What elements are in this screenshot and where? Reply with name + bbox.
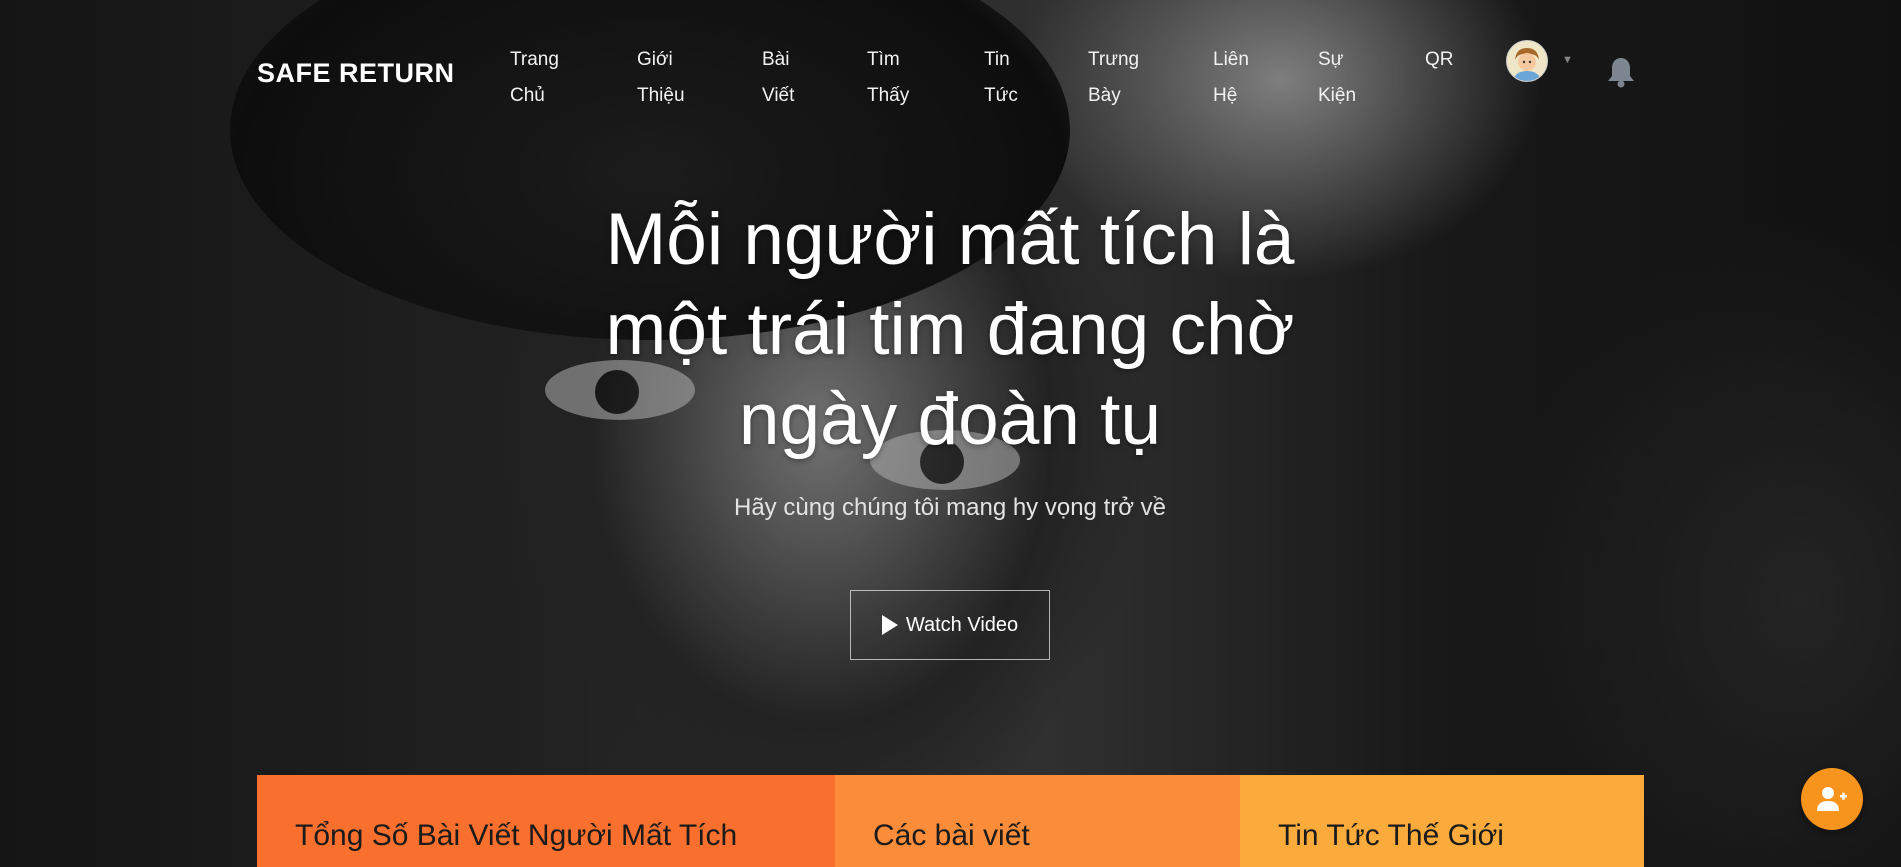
nav-item-su-kien[interactable]: Sự Kiện <box>1318 42 1388 114</box>
chevron-down-icon[interactable]: ▼ <box>1562 54 1573 66</box>
nav-item-tim-thay[interactable]: Tìm Thấy <box>867 42 937 114</box>
watch-video-button[interactable]: Watch Video <box>850 590 1050 660</box>
nav-item-trang-chu[interactable]: Trang Chủ <box>510 42 580 114</box>
stat-card-world-news[interactable]: Tin Tức Thế Giới <box>1240 775 1644 867</box>
hero-subheading: Hãy cùng chúng tôi mang hy vọng trở về <box>734 494 1166 521</box>
add-user-button[interactable] <box>1801 768 1863 830</box>
nav-item-tin-tuc[interactable]: Tin Tức <box>984 42 1054 114</box>
nav-item-trung-bay[interactable]: Trưng Bày <box>1088 42 1158 114</box>
bell-icon[interactable] <box>1606 56 1636 93</box>
avatar-icon <box>1507 41 1547 81</box>
stat-card-missing-posts[interactable]: Tổng Số Bài Viết Người Mất Tích <box>257 775 835 867</box>
nav-item-lien-he[interactable]: Liên Hệ <box>1213 42 1283 114</box>
user-avatar[interactable] <box>1506 40 1548 82</box>
nav-item-bai-viet[interactable]: Bài Viết <box>762 42 832 114</box>
brand-logo[interactable]: SAFE RETURN <box>257 58 455 89</box>
add-user-icon <box>1817 787 1847 811</box>
nav-item-qr[interactable]: QR <box>1425 42 1495 78</box>
play-icon <box>881 615 898 635</box>
hero-headline: Mỗi người mất tích là một trái tim đang … <box>605 199 1295 460</box>
nav-item-gioi-thieu[interactable]: Giới Thiệu <box>637 42 707 114</box>
stat-card-articles[interactable]: Các bài viết <box>835 775 1240 867</box>
